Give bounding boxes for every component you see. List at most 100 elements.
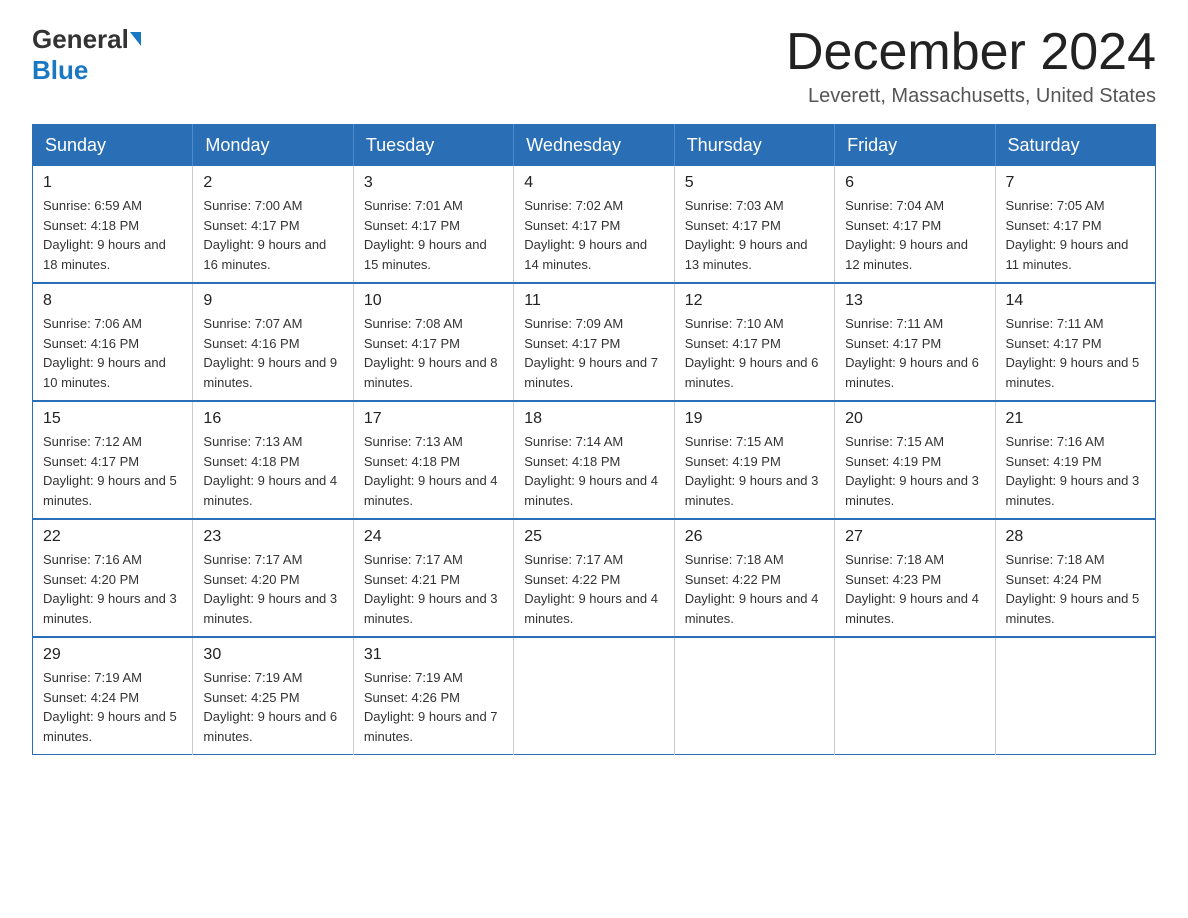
calendar-cell: 27 Sunrise: 7:18 AMSunset: 4:23 PMDayligh…	[835, 519, 995, 637]
calendar-cell: 6Sunrise: 7:04 AMSunset: 4:17 PMDaylight…	[835, 166, 995, 283]
day-number: 17	[364, 410, 503, 428]
logo-blue-text: Blue	[32, 55, 88, 85]
calendar-cell: 19 Sunrise: 7:15 AMSunset: 4:19 PMDayligh…	[674, 401, 834, 519]
calendar-cell: 21 Sunrise: 7:16 AMSunset: 4:19 PMDayligh…	[995, 401, 1155, 519]
calendar-cell: 11 Sunrise: 7:09 AMSunset: 4:17 PMDayligh…	[514, 283, 674, 401]
weekday-header-tuesday: Tuesday	[353, 125, 513, 167]
calendar-cell: 30 Sunrise: 7:19 AMSunset: 4:25 PMDayligh…	[193, 637, 353, 755]
day-number: 26	[685, 528, 824, 546]
day-number: 14	[1006, 292, 1145, 310]
calendar-cell: 8Sunrise: 7:06 AMSunset: 4:16 PMDaylight…	[33, 283, 193, 401]
day-number: 8	[43, 292, 182, 310]
day-info: Sunrise: 7:13 AMSunset: 4:18 PMDaylight:…	[203, 432, 342, 510]
day-number: 15	[43, 410, 182, 428]
day-number: 5	[685, 174, 824, 192]
day-number: 27	[845, 528, 984, 546]
logo-general-text: General	[32, 24, 129, 55]
day-number: 30	[203, 646, 342, 664]
day-info: Sunrise: 7:17 AMSunset: 4:20 PMDaylight:…	[203, 550, 342, 628]
day-number: 10	[364, 292, 503, 310]
calendar-week-row: 22 Sunrise: 7:16 AMSunset: 4:20 PMDayligh…	[33, 519, 1156, 637]
weekday-header-row: SundayMondayTuesdayWednesdayThursdayFrid…	[33, 125, 1156, 167]
calendar-cell: 1Sunrise: 6:59 AMSunset: 4:18 PMDaylight…	[33, 166, 193, 283]
day-info: Sunrise: 6:59 AMSunset: 4:18 PMDaylight:…	[43, 196, 182, 274]
day-number: 24	[364, 528, 503, 546]
calendar-cell: 9 Sunrise: 7:07 AMSunset: 4:16 PMDaylight…	[193, 283, 353, 401]
title-block: December 2024 Leverett, Massachusetts, U…	[786, 24, 1156, 108]
calendar-week-row: 29Sunrise: 7:19 AMSunset: 4:24 PMDayligh…	[33, 637, 1156, 755]
day-info: Sunrise: 7:13 AMSunset: 4:18 PMDaylight:…	[364, 432, 503, 510]
day-info: Sunrise: 7:07 AMSunset: 4:16 PMDaylight:…	[203, 314, 342, 392]
calendar-cell: 29Sunrise: 7:19 AMSunset: 4:24 PMDayligh…	[33, 637, 193, 755]
day-info: Sunrise: 7:11 AMSunset: 4:17 PMDaylight:…	[1006, 314, 1145, 392]
calendar-cell: 3Sunrise: 7:01 AMSunset: 4:17 PMDaylight…	[353, 166, 513, 283]
day-info: Sunrise: 7:15 AMSunset: 4:19 PMDaylight:…	[845, 432, 984, 510]
day-number: 4	[524, 174, 663, 192]
calendar-cell: 24 Sunrise: 7:17 AMSunset: 4:21 PMDayligh…	[353, 519, 513, 637]
day-number: 28	[1006, 528, 1145, 546]
location-text: Leverett, Massachusetts, United States	[786, 85, 1156, 108]
day-info: Sunrise: 7:18 AMSunset: 4:22 PMDaylight:…	[685, 550, 824, 628]
day-info: Sunrise: 7:08 AMSunset: 4:17 PMDaylight:…	[364, 314, 503, 392]
day-info: Sunrise: 7:19 AMSunset: 4:26 PMDaylight:…	[364, 668, 503, 746]
day-number: 12	[685, 292, 824, 310]
weekday-header-saturday: Saturday	[995, 125, 1155, 167]
calendar-week-row: 15Sunrise: 7:12 AMSunset: 4:17 PMDayligh…	[33, 401, 1156, 519]
calendar-cell	[674, 637, 834, 755]
day-info: Sunrise: 7:03 AMSunset: 4:17 PMDaylight:…	[685, 196, 824, 274]
weekday-header-wednesday: Wednesday	[514, 125, 674, 167]
calendar-cell: 5 Sunrise: 7:03 AMSunset: 4:17 PMDaylight…	[674, 166, 834, 283]
day-number: 6	[845, 174, 984, 192]
weekday-header-friday: Friday	[835, 125, 995, 167]
day-number: 3	[364, 174, 503, 192]
logo-triangle-icon	[130, 32, 141, 46]
day-number: 19	[685, 410, 824, 428]
day-number: 18	[524, 410, 663, 428]
logo: General Blue	[32, 24, 141, 86]
day-number: 7	[1006, 174, 1145, 192]
day-number: 31	[364, 646, 503, 664]
day-info: Sunrise: 7:05 AMSunset: 4:17 PMDaylight:…	[1006, 196, 1145, 274]
day-info: Sunrise: 7:00 AMSunset: 4:17 PMDaylight:…	[203, 196, 342, 274]
calendar-cell: 4Sunrise: 7:02 AMSunset: 4:17 PMDaylight…	[514, 166, 674, 283]
day-info: Sunrise: 7:19 AMSunset: 4:25 PMDaylight:…	[203, 668, 342, 746]
calendar-week-row: 1Sunrise: 6:59 AMSunset: 4:18 PMDaylight…	[33, 166, 1156, 283]
day-info: Sunrise: 7:18 AMSunset: 4:23 PMDaylight:…	[845, 550, 984, 628]
page-header: General Blue December 2024 Leverett, Mas…	[32, 24, 1156, 108]
calendar-cell: 31 Sunrise: 7:19 AMSunset: 4:26 PMDayligh…	[353, 637, 513, 755]
calendar-cell	[514, 637, 674, 755]
calendar-cell: 22 Sunrise: 7:16 AMSunset: 4:20 PMDayligh…	[33, 519, 193, 637]
calendar-cell: 20Sunrise: 7:15 AMSunset: 4:19 PMDayligh…	[835, 401, 995, 519]
day-info: Sunrise: 7:16 AMSunset: 4:20 PMDaylight:…	[43, 550, 182, 628]
calendar-cell: 18Sunrise: 7:14 AMSunset: 4:18 PMDayligh…	[514, 401, 674, 519]
day-info: Sunrise: 7:19 AMSunset: 4:24 PMDaylight:…	[43, 668, 182, 746]
day-info: Sunrise: 7:11 AMSunset: 4:17 PMDaylight:…	[845, 314, 984, 392]
month-title: December 2024	[786, 24, 1156, 81]
calendar-cell: 7 Sunrise: 7:05 AMSunset: 4:17 PMDaylight…	[995, 166, 1155, 283]
calendar-cell: 12 Sunrise: 7:10 AMSunset: 4:17 PMDayligh…	[674, 283, 834, 401]
day-number: 2	[203, 174, 342, 192]
calendar-cell: 17 Sunrise: 7:13 AMSunset: 4:18 PMDayligh…	[353, 401, 513, 519]
calendar-cell: 2 Sunrise: 7:00 AMSunset: 4:17 PMDaylight…	[193, 166, 353, 283]
day-number: 21	[1006, 410, 1145, 428]
day-info: Sunrise: 7:17 AMSunset: 4:21 PMDaylight:…	[364, 550, 503, 628]
calendar-cell: 14 Sunrise: 7:11 AMSunset: 4:17 PMDayligh…	[995, 283, 1155, 401]
day-info: Sunrise: 7:15 AMSunset: 4:19 PMDaylight:…	[685, 432, 824, 510]
calendar-cell: 10 Sunrise: 7:08 AMSunset: 4:17 PMDayligh…	[353, 283, 513, 401]
day-info: Sunrise: 7:18 AMSunset: 4:24 PMDaylight:…	[1006, 550, 1145, 628]
day-number: 22	[43, 528, 182, 546]
calendar-cell: 26 Sunrise: 7:18 AMSunset: 4:22 PMDayligh…	[674, 519, 834, 637]
calendar-cell: 28 Sunrise: 7:18 AMSunset: 4:24 PMDayligh…	[995, 519, 1155, 637]
day-info: Sunrise: 7:16 AMSunset: 4:19 PMDaylight:…	[1006, 432, 1145, 510]
day-number: 11	[524, 292, 663, 310]
calendar-cell	[835, 637, 995, 755]
calendar-cell: 16Sunrise: 7:13 AMSunset: 4:18 PMDayligh…	[193, 401, 353, 519]
calendar-cell: 15Sunrise: 7:12 AMSunset: 4:17 PMDayligh…	[33, 401, 193, 519]
day-info: Sunrise: 7:10 AMSunset: 4:17 PMDaylight:…	[685, 314, 824, 392]
calendar-cell: 13 Sunrise: 7:11 AMSunset: 4:17 PMDayligh…	[835, 283, 995, 401]
day-number: 13	[845, 292, 984, 310]
day-info: Sunrise: 7:17 AMSunset: 4:22 PMDaylight:…	[524, 550, 663, 628]
day-info: Sunrise: 7:09 AMSunset: 4:17 PMDaylight:…	[524, 314, 663, 392]
day-number: 9	[203, 292, 342, 310]
calendar-cell: 25Sunrise: 7:17 AMSunset: 4:22 PMDayligh…	[514, 519, 674, 637]
